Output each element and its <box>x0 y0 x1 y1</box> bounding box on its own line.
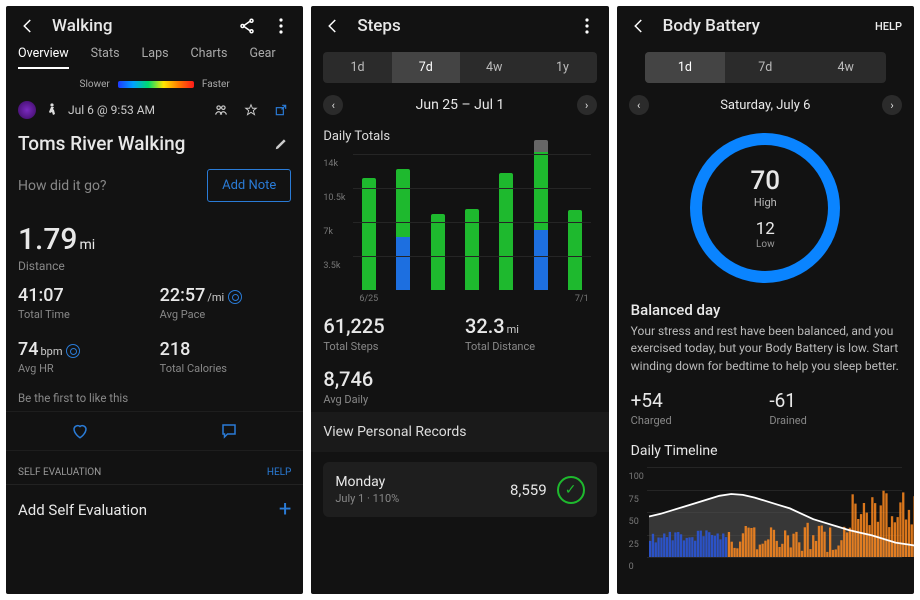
next-range-button[interactable]: › <box>577 95 597 115</box>
prev-range-button[interactable]: ‹ <box>323 95 343 115</box>
add-self-eval-label: Add Self Evaluation <box>18 501 147 519</box>
info-icon[interactable] <box>228 290 242 304</box>
feel-prompt: How did it go? <box>18 178 207 194</box>
distance-label: Distance <box>18 259 291 273</box>
opt-1y[interactable]: 1y <box>528 52 596 83</box>
activity-tabs: Overview Stats Laps Charts Gear <box>6 46 303 77</box>
help-link[interactable]: HELP <box>267 467 292 478</box>
steps-summary: 61,225Total Steps 32.3miTotal Distance 8… <box>311 308 608 412</box>
share-icon[interactable] <box>237 16 257 36</box>
stat-avg-pace: 22:57/miAvg Pace <box>160 285 292 321</box>
timeline-chart: 0255075100 <box>629 467 902 567</box>
summary-title: Balanced day <box>617 297 914 323</box>
opt-1d[interactable]: 1d <box>645 52 725 83</box>
add-self-eval-button[interactable]: Add Self Evaluation + <box>6 484 303 534</box>
comment-button[interactable] <box>155 412 304 450</box>
info-icon[interactable] <box>66 344 80 358</box>
activity-datetime: Jul 6 @ 9:53 AM <box>68 103 155 117</box>
stat-calories: 218Total Calories <box>160 339 292 375</box>
distance-value: 1.79 <box>18 222 78 257</box>
privacy-icon[interactable] <box>211 100 231 120</box>
pace-legend: Slower Faster <box>6 77 303 96</box>
tab-overview[interactable]: Overview <box>18 46 69 69</box>
daily-totals-label: Daily Totals <box>311 125 608 150</box>
avg-daily: 8,746Avg Daily <box>323 367 455 406</box>
tab-stats[interactable]: Stats <box>91 46 120 69</box>
header: Walking <box>6 6 303 46</box>
drained-stat: -61Drained <box>769 389 900 427</box>
activity-meta-row: Jul 6 @ 9:53 AM <box>6 96 303 130</box>
opt-4w[interactable]: 4w <box>460 52 528 83</box>
back-icon[interactable] <box>18 16 38 36</box>
prev-day-button[interactable]: ‹ <box>629 95 649 115</box>
stat-avg-hr: 74bpmAvg HR <box>18 339 150 375</box>
date-label: Saturday, July 6 <box>663 98 868 113</box>
stat-total-time: 41:07Total Time <box>18 285 150 321</box>
low-label: Low <box>751 239 781 250</box>
timeline-label: Daily Timeline <box>617 437 914 463</box>
screen-walking: Walking Overview Stats Laps Charts Gear … <box>6 6 303 594</box>
page-title: Steps <box>357 16 562 36</box>
low-value: 12 <box>751 219 781 239</box>
tab-laps[interactable]: Laps <box>142 46 169 69</box>
opt-4w[interactable]: 4w <box>806 52 886 83</box>
charged-stat: +54Charged <box>631 389 762 427</box>
legend-faster: Faster <box>202 79 230 90</box>
overflow-icon[interactable] <box>271 16 291 36</box>
steps-bar-chart: 3.5k7k10.5k14k6/257/1 <box>323 154 596 304</box>
add-note-button[interactable]: Add Note <box>207 169 291 202</box>
avatar[interactable] <box>18 101 36 119</box>
high-value: 70 <box>751 166 781 196</box>
next-day-button[interactable]: › <box>882 95 902 115</box>
total-steps: 61,225Total Steps <box>323 314 455 353</box>
battery-ring: 70 High 12 Low <box>690 133 840 283</box>
checkmark-icon: ✓ <box>557 476 585 504</box>
high-label: High <box>751 196 781 209</box>
stat-grid: 41:07Total Time 22:57/miAvg Pace 74bpmAv… <box>6 285 303 375</box>
view-personal-records[interactable]: View Personal Records <box>311 412 608 452</box>
walk-icon <box>46 103 58 117</box>
total-distance: 32.3miTotal Distance <box>465 314 597 353</box>
overflow-icon[interactable] <box>577 16 597 36</box>
summary-body: Your stress and rest have been balanced,… <box>617 323 914 389</box>
pr-day: Monday <box>335 474 399 490</box>
favorite-icon[interactable] <box>241 100 261 120</box>
opt-1d[interactable]: 1d <box>323 52 391 83</box>
back-icon[interactable] <box>323 16 343 36</box>
pr-value: 8,559 <box>510 481 547 499</box>
page-title: Body Battery <box>663 16 861 36</box>
tab-charts[interactable]: Charts <box>191 46 228 69</box>
like-button[interactable] <box>6 412 155 450</box>
social-bar <box>6 411 303 451</box>
distance-unit: mi <box>80 237 96 253</box>
pr-sub: July 1 · 110% <box>335 492 399 505</box>
edit-icon[interactable] <box>271 134 291 154</box>
legend-gradient <box>118 81 194 88</box>
opt-7d[interactable]: 7d <box>392 52 460 83</box>
like-prompt: Be the first to like this <box>6 375 303 411</box>
range-selector: 1d 7d 4w 1y <box>323 52 596 83</box>
opt-7d[interactable]: 7d <box>725 52 805 83</box>
plus-icon: + <box>279 497 291 522</box>
send-icon[interactable] <box>271 100 291 120</box>
back-icon[interactable] <box>629 16 649 36</box>
page-title: Walking <box>52 16 223 36</box>
legend-slower: Slower <box>80 79 110 90</box>
personal-record-card[interactable]: Monday July 1 · 110% 8,559 ✓ <box>323 462 596 517</box>
tab-gear[interactable]: Gear <box>249 46 275 69</box>
range-selector: 1d 7d 4w <box>645 52 886 83</box>
screen-steps: Steps 1d 7d 4w 1y ‹ Jun 25 – Jul 1 › Dai… <box>311 6 608 594</box>
self-eval-header: SELF EVALUATION <box>18 467 101 478</box>
distance-stat: 1.79mi Distance <box>6 216 303 285</box>
help-link[interactable]: HELP <box>875 20 902 33</box>
screen-body-battery: Body Battery HELP 1d 7d 4w ‹ Saturday, J… <box>617 6 914 594</box>
activity-title: Toms River Walking <box>18 132 271 155</box>
date-range: Jun 25 – Jul 1 <box>357 97 562 113</box>
